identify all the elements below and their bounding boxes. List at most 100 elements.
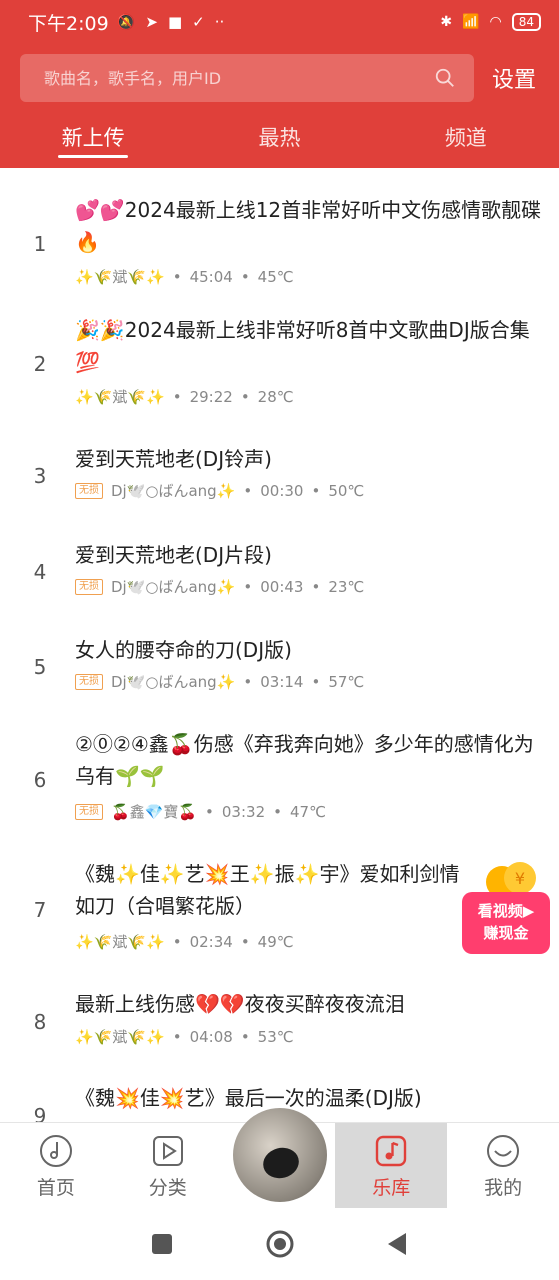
lossless-badge: 无损 xyxy=(75,482,103,499)
song-temperature: 28℃ xyxy=(257,387,294,406)
signal-icon: 📶 xyxy=(462,14,480,30)
song-index: 1 xyxy=(33,232,47,256)
nav-category-label: 分类 xyxy=(148,1176,187,1199)
song-temperature: 53℃ xyxy=(257,1027,294,1046)
promo-label: 看视频▶ 赚现金 xyxy=(462,892,550,954)
song-author: 🍒鑫💎寶🍒 xyxy=(111,803,198,821)
song-duration: 03:14 xyxy=(260,672,304,691)
recents-icon[interactable] xyxy=(148,1230,176,1258)
song-duration: 45:04 xyxy=(189,267,233,286)
song-meta: 无损 Dj🕊️○ばんang✨ • 00:43 • 23℃ xyxy=(75,576,364,597)
lossless-badge: 无损 xyxy=(75,578,103,595)
song-temperature: 45℃ xyxy=(257,267,294,286)
settings-button[interactable]: 设置 xyxy=(492,62,536,94)
song-author: Dj🕊️○ばんang✨ xyxy=(111,673,236,691)
song-index: 3 xyxy=(33,464,47,488)
song-duration: 29:22 xyxy=(189,387,233,406)
song-duration: 04:08 xyxy=(189,1027,233,1046)
song-title: 💕💕2024最新上线12首非常好听中文伤感情歌靓碟🔥 xyxy=(75,198,542,254)
watch-video-promo[interactable]: ¥ 看视频▶ 赚现金 xyxy=(462,860,550,956)
promo-line-2: 赚现金 xyxy=(483,924,529,942)
battery-indicator: 84 xyxy=(511,13,541,31)
svg-text:¥: ¥ xyxy=(515,869,525,888)
back-icon[interactable] xyxy=(384,1230,412,1258)
song-index: 7 xyxy=(33,898,47,922)
song-duration: 02:34 xyxy=(189,932,233,951)
check-icon: ✓ xyxy=(192,13,205,31)
list-item[interactable]: 8 最新上线伤感💔💔夜夜买醉夜夜流泪 ✨🌾斌🌾✨ • 04:08 • 53℃ xyxy=(0,988,559,1072)
song-list: 1 💕💕2024最新上线12首非常好听中文伤感情歌靓碟🔥 ✨🌾斌🌾✨ • 45:… xyxy=(0,168,559,1122)
smile-face-icon xyxy=(487,1134,520,1167)
square-icon: ■ xyxy=(167,13,183,31)
nav-home[interactable]: 首页 xyxy=(0,1123,112,1209)
lossless-badge: 无损 xyxy=(75,673,103,690)
list-item[interactable]: 4 爱到天荒地老(DJ片段) 无损 Dj🕊️○ばんang✨ • 00:43 • … xyxy=(0,534,559,618)
tab-new-upload[interactable]: 新上传 xyxy=(0,108,186,164)
song-temperature: 47℃ xyxy=(289,802,326,821)
play-square-icon xyxy=(152,1135,183,1166)
song-author: Dj🕊️○ばんang✨ xyxy=(111,482,236,500)
song-index: 8 xyxy=(33,1010,47,1034)
list-item[interactable]: 3 爱到天荒地老(DJ铃声) 无损 Dj🕊️○ばんang✨ • 00:30 • … xyxy=(0,438,559,522)
song-meta: 无损 Dj🕊️○ばんang✨ • 00:30 • 50℃ xyxy=(75,480,364,501)
list-item[interactable]: 5 女人的腰夺命的刀(DJ版) 无损 Dj🕊️○ばんang✨ • 03:14 •… xyxy=(0,629,559,713)
list-item[interactable]: 1 💕💕2024最新上线12首非常好听中文伤感情歌靓碟🔥 ✨🌾斌🌾✨ • 45:… xyxy=(0,178,559,298)
telegram-icon: ➤ xyxy=(145,13,158,31)
song-title: 《魏✨佳✨艺💥王✨振✨宇》爱如利剑情如刀（合唱繁花版） xyxy=(75,862,460,918)
nav-library-label: 乐库 xyxy=(372,1176,411,1199)
song-meta: ✨🌾斌🌾✨ • 29:22 • 28℃ xyxy=(75,387,294,407)
search-icon[interactable] xyxy=(434,67,456,89)
song-author: ✨🌾斌🌾✨ xyxy=(75,268,165,286)
wifi-icon: ◠ xyxy=(489,14,502,30)
song-meta: 无损 🍒鑫💎寶🍒 • 03:32 • 47℃ xyxy=(75,801,326,822)
nav-library[interactable]: 乐库 xyxy=(335,1123,448,1209)
song-title: ②⓪②④鑫🍒伤感《弃我奔向她》多少年的感情化为乌有🌱🌱 xyxy=(75,732,534,788)
promo-line-1: 看视频▶ xyxy=(477,902,535,920)
song-index: 9 xyxy=(33,1104,47,1122)
song-meta: ✨🌾斌🌾✨ • 45:04 • 45℃ xyxy=(75,267,294,287)
music-note-circle-icon xyxy=(39,1134,72,1167)
tab-hottest[interactable]: 最热 xyxy=(186,108,372,164)
lossless-badge: 无损 xyxy=(75,803,103,820)
song-duration: 03:32 xyxy=(221,802,266,821)
song-title: 最新上线伤感💔💔夜夜买醉夜夜流泪 xyxy=(75,992,405,1016)
nav-mine[interactable]: 我的 xyxy=(447,1123,559,1209)
album-art xyxy=(259,1143,303,1183)
nav-category[interactable]: 分类 xyxy=(112,1123,224,1209)
home-icon[interactable] xyxy=(266,1230,294,1258)
song-index: 4 xyxy=(33,560,47,584)
search-row: 设置 xyxy=(20,54,543,102)
song-temperature: 23℃ xyxy=(328,577,365,596)
header: 设置 新上传 最热 频道 xyxy=(0,44,559,168)
song-meta: ✨🌾斌🌾✨ • 02:34 • 49℃ xyxy=(75,932,294,952)
song-title: 爱到天荒地老(DJ片段) xyxy=(75,543,272,567)
song-title: 《魏💥佳💥艺》最后一次的温柔(DJ版) xyxy=(75,1086,422,1110)
song-index: 2 xyxy=(33,352,47,376)
tab-bar: 新上传 最热 频道 xyxy=(0,108,559,164)
nav-mine-label: 我的 xyxy=(484,1176,523,1199)
tab-channel[interactable]: 频道 xyxy=(373,108,559,164)
list-item[interactable]: 2 🎉🎉2024最新上线非常好听8首中文歌曲DJ版合集💯 ✨🌾斌🌾✨ • 29:… xyxy=(0,308,559,428)
song-temperature: 49℃ xyxy=(257,932,294,951)
song-duration: 00:30 xyxy=(260,481,304,500)
search-box[interactable] xyxy=(20,54,474,102)
music-library-icon xyxy=(376,1135,407,1166)
song-duration: 00:43 xyxy=(260,577,304,596)
list-item[interactable]: 6 ②⓪②④鑫🍒伤感《弃我奔向她》多少年的感情化为乌有🌱🌱 无损 🍒鑫💎寶🍒 •… xyxy=(0,726,559,846)
song-title: 爱到天荒地老(DJ铃声) xyxy=(75,447,272,471)
mute-icon: 🔕 xyxy=(116,13,136,31)
song-temperature: 57℃ xyxy=(328,672,365,691)
song-meta: 无损 Dj🕊️○ばんang✨ • 03:14 • 57℃ xyxy=(75,671,364,692)
song-author: ✨🌾斌🌾✨ xyxy=(75,933,165,951)
song-index: 6 xyxy=(33,768,47,792)
now-playing-disc[interactable] xyxy=(233,1108,327,1202)
song-meta: ✨🌾斌🌾✨ • 04:08 • 53℃ xyxy=(75,1027,294,1047)
song-author: ✨🌾斌🌾✨ xyxy=(75,388,165,406)
song-title: 🎉🎉2024最新上线非常好听8首中文歌曲DJ版合集💯 xyxy=(75,318,530,374)
more-dots-icon: ·· xyxy=(214,13,225,31)
status-time: 下午2:09 xyxy=(28,12,109,35)
search-input[interactable] xyxy=(44,68,434,88)
song-title: 女人的腰夺命的刀(DJ版) xyxy=(75,638,292,662)
song-author: Dj🕊️○ばんang✨ xyxy=(111,578,236,596)
status-bar: 下午2:09 🔕 ➤ ■ ✓ ·· ✱ 📶 ◠ 84 xyxy=(0,0,559,44)
